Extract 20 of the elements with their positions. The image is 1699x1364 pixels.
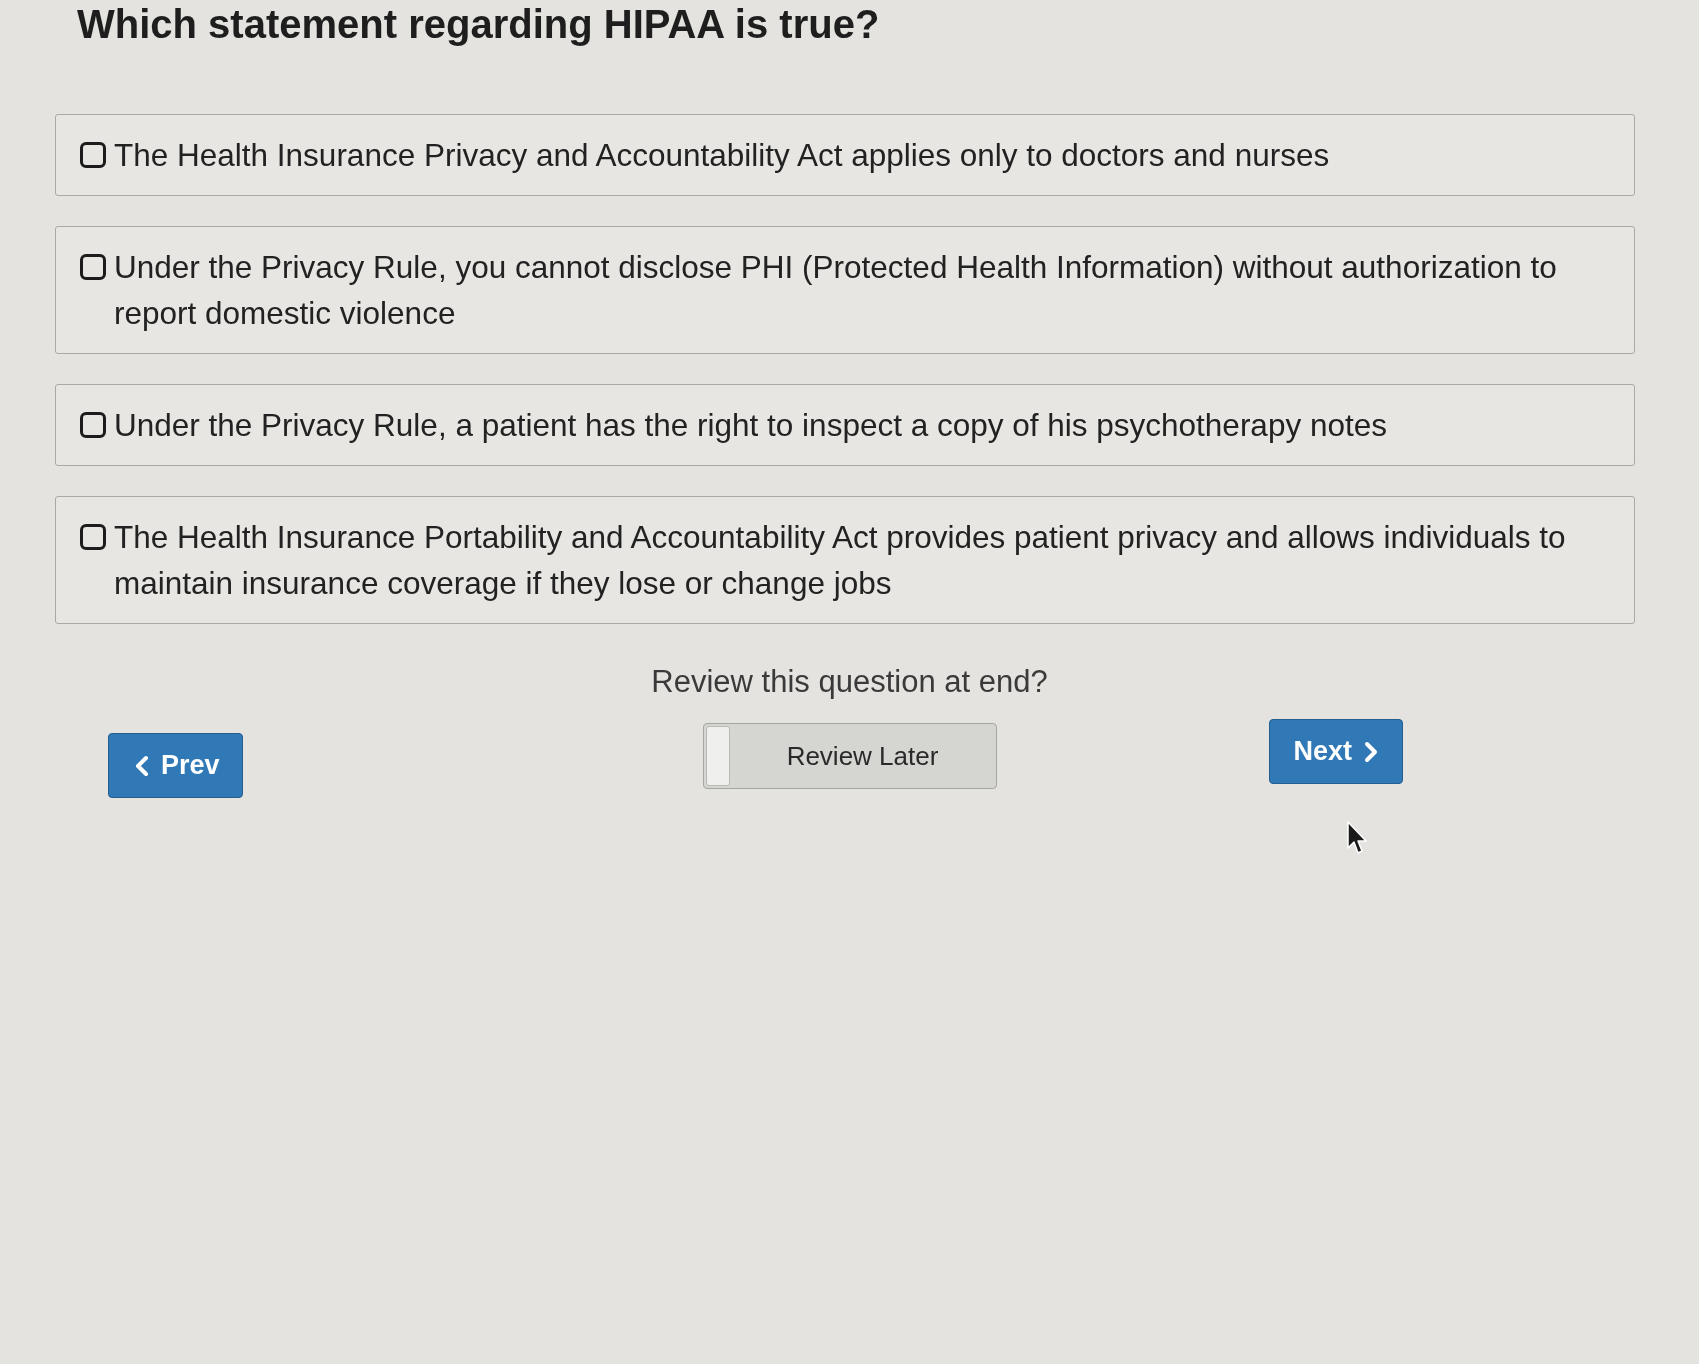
answer-option[interactable]: Under the Privacy Rule, you cannot disclose PHI (Protected Health Information) without authorization to report domestic violence (55, 226, 1635, 354)
prev-button[interactable]: Prev (108, 733, 243, 798)
checkbox[interactable] (80, 412, 106, 438)
option-text: The Health Insurance Portability and Accountability Act provides patient privacy and allows individuals to maintain insurance coverage if they lose or change jobs (114, 518, 1567, 603)
review-later-toggle[interactable]: Review Later (702, 723, 997, 789)
option-text: Under the Privacy Rule, you cannot disclose PHI (Protected Health Information) without authorization to report domestic violence (114, 248, 1558, 333)
checkbox[interactable] (80, 524, 106, 550)
toggle-knob[interactable] (705, 726, 730, 786)
chevron-left-icon (133, 754, 151, 777)
checkbox[interactable] (80, 254, 106, 280)
next-button[interactable]: Next (1268, 719, 1404, 784)
option-text: Under the Privacy Rule, a patient has the right to inspect a copy of his psychotherapy notes (114, 406, 1387, 445)
review-prompt: Review this question at end? (651, 664, 1048, 699)
question-title: Which statement regarding HIPAA is true? (77, 1, 881, 48)
checkbox[interactable] (80, 142, 106, 168)
answer-option[interactable]: Under the Privacy Rule, a patient has the right to inspect a copy of his psychotherapy notes (55, 384, 1635, 466)
answer-option[interactable]: The Health Insurance Privacy and Accountability Act applies only to doctors and nurses (55, 114, 1635, 196)
answer-option[interactable]: The Health Insurance Portability and Accountability Act provides patient privacy and allows individuals to maintain insurance coverage if they lose or change jobs (55, 496, 1635, 624)
mouse-pointer-icon (1346, 820, 1370, 856)
option-text: The Health Insurance Privacy and Accountability Act applies only to doctors and nurses (114, 136, 1330, 175)
